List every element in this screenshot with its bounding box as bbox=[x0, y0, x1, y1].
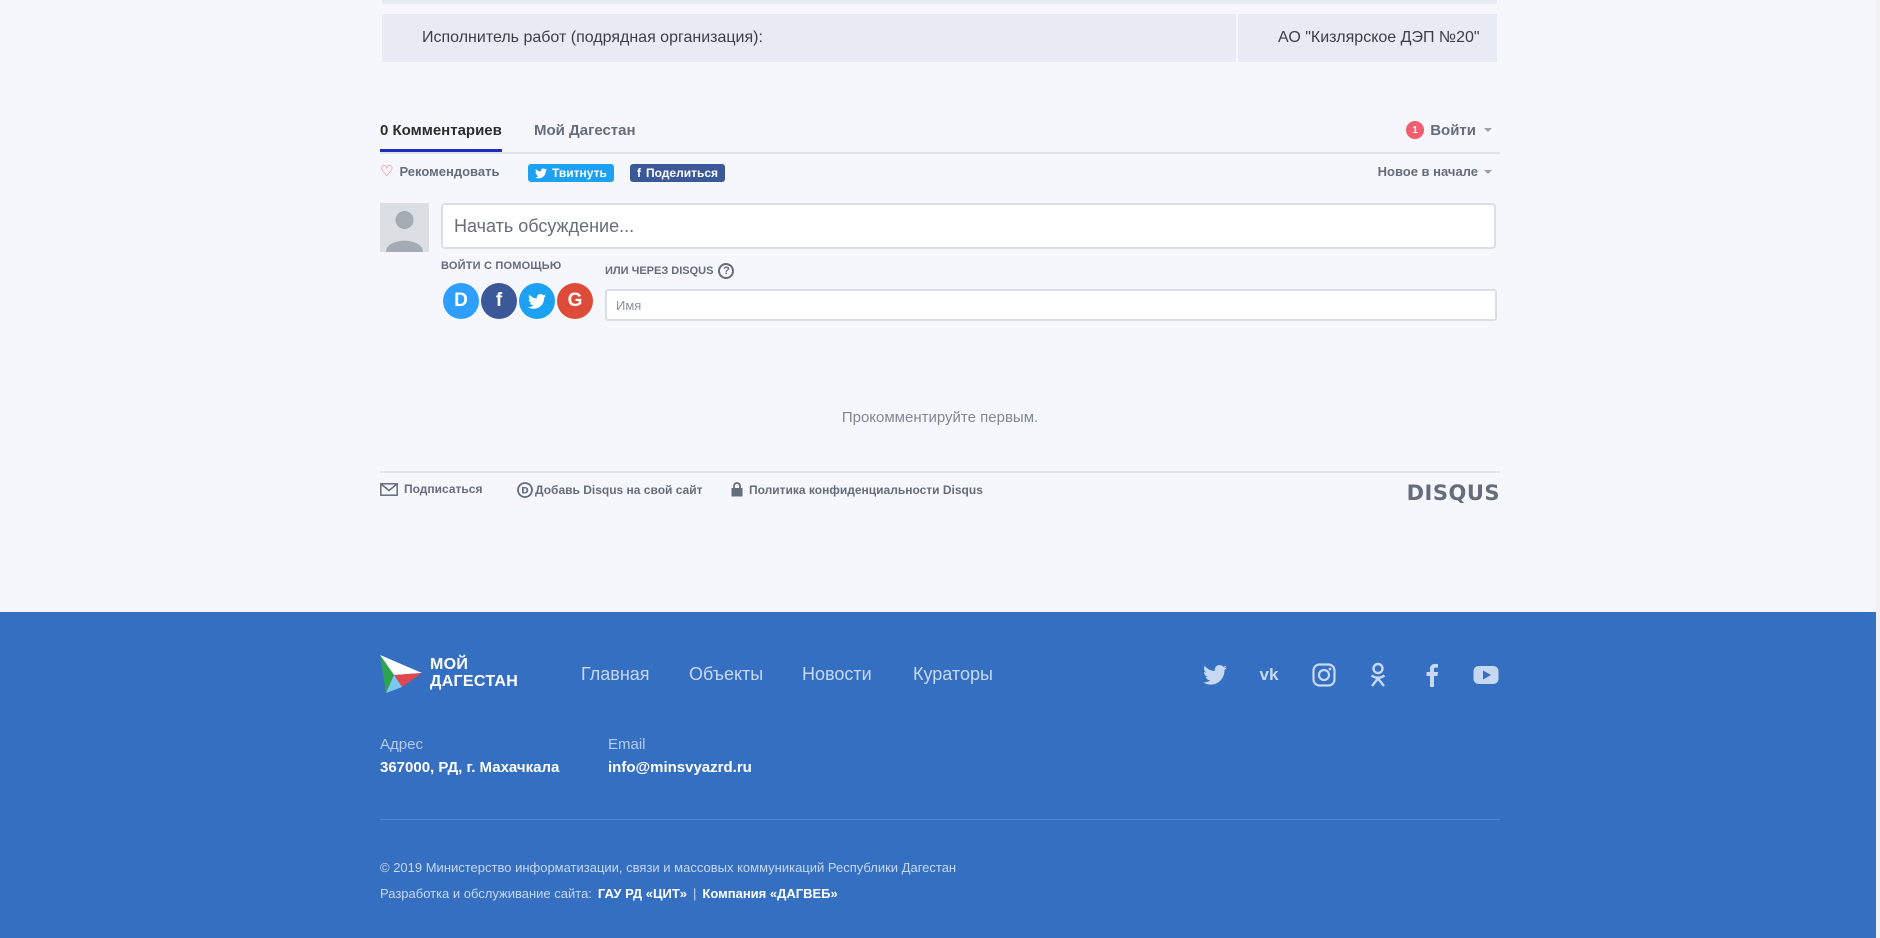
disqus-nav: 0 Комментариев Мой Дагестан 1 Войти bbox=[380, 118, 1500, 154]
disqus-logo[interactable]: DISQUS bbox=[1407, 481, 1500, 505]
developer-separator: | bbox=[693, 886, 697, 901]
footer-divider bbox=[380, 819, 1500, 820]
facebook-icon[interactable] bbox=[1417, 660, 1447, 690]
privacy-label: Политика конфиденциальности Disqus bbox=[749, 482, 983, 497]
odnoklassniki-icon[interactable] bbox=[1363, 660, 1393, 690]
subscribe-label: Подписаться bbox=[404, 482, 483, 496]
developer-prefix: Разработка и обслуживание сайта: bbox=[380, 886, 592, 901]
footer-nav-curators[interactable]: Кураторы bbox=[913, 664, 993, 685]
facebook-icon: f bbox=[637, 166, 641, 180]
envelope-icon bbox=[380, 482, 398, 496]
notification-badge: 1 bbox=[1406, 121, 1425, 139]
svg-text:D: D bbox=[521, 487, 528, 497]
recommend-label: Рекомендовать bbox=[399, 164, 500, 179]
sort-label: Новое в начале bbox=[1377, 164, 1478, 179]
table-top-row bbox=[382, 0, 1497, 4]
email-label: Email bbox=[608, 736, 646, 753]
or-disqus-text: или через disqus bbox=[605, 265, 714, 277]
disqus-icon: D bbox=[517, 482, 533, 498]
add-disqus-link[interactable]: D Добавь Disqus на свой сайт bbox=[517, 482, 702, 498]
tweet-button[interactable]: Твитнуть bbox=[528, 164, 614, 182]
disqus-footer: Подписаться D Добавь Disqus на свой сайт… bbox=[380, 471, 1500, 505]
facebook-icon: f bbox=[495, 290, 503, 311]
sort-dropdown[interactable]: Новое в начале bbox=[1378, 164, 1492, 179]
privacy-link[interactable]: Политика конфиденциальности Disqus bbox=[731, 482, 983, 497]
recommend-button[interactable]: ♡ Рекомендовать bbox=[380, 164, 499, 179]
chevron-down-icon bbox=[1484, 169, 1492, 174]
logo-line1: МОЙ bbox=[430, 656, 469, 673]
email-link[interactable]: info@minsvyazrd.ru bbox=[608, 759, 752, 776]
footer-nav-home[interactable]: Главная bbox=[581, 664, 650, 685]
login-menu[interactable]: 1 Войти bbox=[1406, 121, 1492, 139]
login-label: Войти bbox=[1430, 121, 1476, 139]
chevron-down-icon bbox=[1484, 128, 1492, 132]
social-login: D f G bbox=[443, 283, 593, 319]
twitter-icon[interactable] bbox=[1200, 660, 1230, 690]
logo-bird-icon bbox=[380, 655, 422, 693]
page-scrollbar[interactable] bbox=[1876, 0, 1880, 938]
twitter-login-button[interactable] bbox=[519, 283, 555, 319]
logo-line2: ДАГЕСТАН bbox=[430, 673, 519, 690]
tweet-label: Твитнуть bbox=[552, 166, 607, 180]
google-login-button[interactable]: G bbox=[557, 283, 593, 319]
contractor-value: АО "Кизлярское ДЭП №20" bbox=[1278, 29, 1480, 46]
tab-comments[interactable]: 0 Комментариев bbox=[380, 122, 502, 152]
add-disqus-label: Добавь Disqus на свой сайт bbox=[535, 483, 703, 497]
facebook-login-button[interactable]: f bbox=[481, 283, 517, 319]
empty-comments-message: Прокомментируйте первым. bbox=[841, 409, 1039, 426]
comment-input[interactable]: Начать обсуждение... bbox=[441, 203, 1496, 249]
site-logo[interactable]: МОЙ ДАГЕСТАН bbox=[380, 653, 518, 693]
help-icon[interactable]: ? bbox=[718, 263, 735, 279]
youtube-icon[interactable] bbox=[1471, 660, 1501, 690]
table-row: Исполнитель работ (подрядная организация… bbox=[382, 14, 1497, 62]
footer-nav-news[interactable]: Новости bbox=[802, 664, 872, 685]
instagram-icon[interactable] bbox=[1309, 660, 1339, 690]
site-footer: МОЙ ДАГЕСТАН Главная Объекты Новости Кур… bbox=[0, 612, 1880, 938]
heart-icon: ♡ bbox=[380, 163, 394, 180]
name-field[interactable]: Имя bbox=[605, 289, 1497, 321]
address-label: Адрес bbox=[380, 736, 423, 753]
footer-nav-objects[interactable]: Объекты bbox=[689, 664, 763, 685]
or-disqus-label: или через disqus ? bbox=[605, 263, 735, 279]
user-avatar-icon bbox=[380, 203, 429, 252]
twitter-icon bbox=[535, 168, 547, 178]
google-icon: G bbox=[567, 290, 583, 311]
share-button[interactable]: f Поделиться bbox=[630, 164, 726, 182]
address-value: 367000, РД, г. Махачкала bbox=[380, 759, 560, 776]
tab-community[interactable]: Мой Дагестан bbox=[534, 122, 636, 149]
copyright-text: © 2019 Министерство информатизации, связ… bbox=[380, 860, 957, 875]
developer-credits: Разработка и обслуживание сайта: ГАУ РД … bbox=[380, 886, 838, 901]
disqus-icon: D bbox=[454, 290, 468, 311]
contractor-label: Исполнитель работ (подрядная организация… bbox=[422, 29, 763, 46]
subscribe-link[interactable]: Подписаться bbox=[380, 482, 482, 496]
logo-text: МОЙ ДАГЕСТАН bbox=[430, 656, 518, 690]
login-with-label: войти с помощью bbox=[441, 260, 562, 272]
developer-link-cit[interactable]: ГАУ РД «ЦИТ» bbox=[598, 886, 687, 901]
share-label: Поделиться bbox=[646, 166, 719, 180]
developer-link-dagweb[interactable]: Компания «ДАГВЕБ» bbox=[702, 886, 837, 901]
avatar bbox=[380, 203, 429, 252]
lock-icon bbox=[731, 482, 743, 497]
disqus-actions: ♡ Рекомендовать Твитнуть f Поделиться Но… bbox=[380, 163, 1500, 183]
vk-icon[interactable]: vk bbox=[1254, 660, 1284, 690]
disqus-login-button[interactable]: D bbox=[443, 283, 479, 319]
twitter-icon bbox=[528, 293, 546, 309]
